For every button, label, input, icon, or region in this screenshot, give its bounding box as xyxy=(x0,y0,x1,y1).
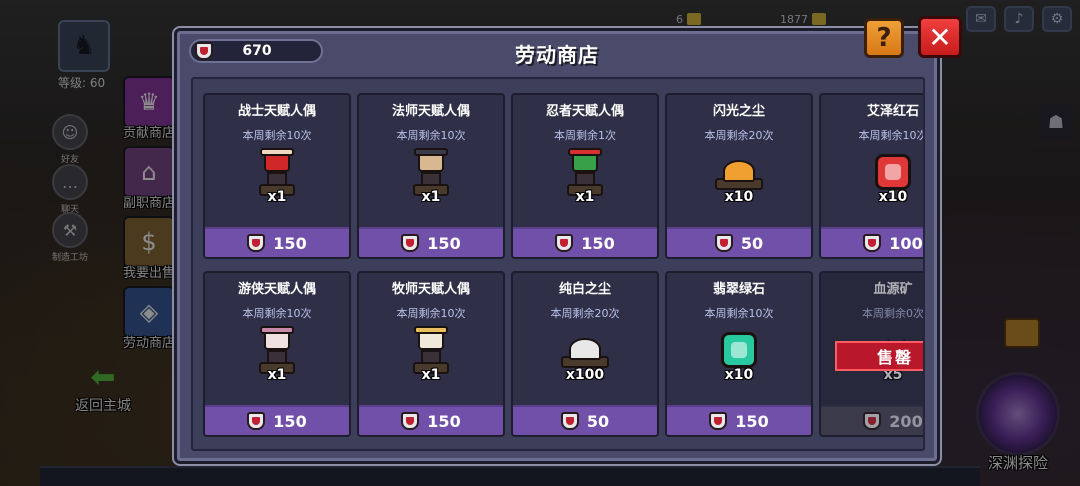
buy-price-button[interactable]: 150 xyxy=(359,405,503,435)
soldout-stamp: 售罄 xyxy=(835,341,923,371)
item-price: 150 xyxy=(735,411,769,431)
weekly-remaining: 本周剩余1次 xyxy=(554,129,616,142)
weekly-remaining: 本周剩余10次 xyxy=(704,307,774,320)
item-name: 闪光之尘 xyxy=(712,104,765,119)
item-quantity: x10 xyxy=(724,189,754,205)
item-quantity: x1 xyxy=(421,367,441,383)
buy-price-button[interactable]: 150 xyxy=(667,405,811,435)
labor-token-icon xyxy=(560,412,579,430)
shop-item-card[interactable]: 艾泽红石本周剩余10次 x10 100 xyxy=(819,93,925,259)
item-price: 150 xyxy=(273,411,307,431)
modal-title: 劳动商店 xyxy=(515,43,599,67)
labor-token-icon xyxy=(863,234,882,252)
item-name: 翡翠绿石 xyxy=(712,282,765,297)
weekly-remaining: 本周剩余10次 xyxy=(242,307,312,320)
dust-icon xyxy=(561,330,609,370)
labor-token-icon xyxy=(709,412,728,430)
buy-price-button[interactable]: 50 xyxy=(667,227,811,257)
buy-price-button[interactable]: 50 xyxy=(513,405,657,435)
buy-price-button[interactable]: 150 xyxy=(513,227,657,257)
weekly-remaining: 本周剩余10次 xyxy=(242,129,312,142)
question-icon: ? xyxy=(876,23,892,53)
item-name: 法师天赋人偶 xyxy=(391,104,470,119)
item-quantity: x1 xyxy=(575,189,595,205)
item-quantity: x10 xyxy=(724,367,754,383)
item-name: 战士天赋人偶 xyxy=(237,104,316,119)
item-quantity: x1 xyxy=(267,367,287,383)
labor-token-icon xyxy=(555,234,574,252)
labor-token-icon xyxy=(401,234,420,252)
item-price: 150 xyxy=(427,411,461,431)
item-name: 纯白之尘 xyxy=(558,282,611,297)
shop-item-card[interactable]: 闪光之尘本周剩余20次 x10 50 xyxy=(665,93,813,259)
weekly-remaining: 本周剩余20次 xyxy=(550,307,620,320)
close-button[interactable]: ✕ xyxy=(918,16,962,58)
labor-shop-modal: 670 劳动商店 战士天赋人偶 本周剩余10次 x1 150 法师天赋人偶 本周剩余10次… xyxy=(174,28,940,464)
gemstone-icon xyxy=(721,332,757,368)
shop-item-card[interactable]: 法师天赋人偶 本周剩余10次 x1 150 xyxy=(357,93,505,259)
buy-price-button[interactable]: 100 xyxy=(821,227,923,257)
item-price: 50 xyxy=(740,233,764,253)
shop-item-card[interactable]: 游侠天赋人偶 本周剩余10次 x1 150 xyxy=(203,271,351,437)
labor-token-icon xyxy=(247,234,266,252)
shop-item-card[interactable]: 战士天赋人偶 本周剩余10次 x1 150 xyxy=(203,93,351,259)
weekly-remaining: 本周剩余10次 xyxy=(396,129,466,142)
weekly-remaining: 本周剩余20次 xyxy=(704,129,774,142)
buy-price-button[interactable]: 150 xyxy=(205,405,349,435)
item-name: 牧师天赋人偶 xyxy=(391,282,470,297)
shop-item-card[interactable]: 忍者天赋人偶 本周剩余1次 x1 150 xyxy=(511,93,659,259)
item-price: 150 xyxy=(581,233,615,253)
weekly-remaining: 本周剩余10次 xyxy=(396,307,466,320)
item-name: 忍者天赋人偶 xyxy=(545,104,624,119)
item-price: 150 xyxy=(427,233,461,253)
item-quantity: x10 xyxy=(878,189,908,205)
buy-price-button[interactable]: 150 xyxy=(359,227,503,257)
shop-item-card: 血源矿 本周剩余0次 x5 200 售罄 xyxy=(819,271,923,437)
labor-token-icon xyxy=(401,412,420,430)
item-name: 艾泽红石 xyxy=(866,104,919,119)
shop-item-card[interactable]: 翡翠绿石本周剩余10次 x10 150 xyxy=(665,271,813,437)
shop-item-grid[interactable]: 战士天赋人偶 本周剩余10次 x1 150 法师天赋人偶 本周剩余10次 x1 150 忍者天赋… xyxy=(191,77,925,451)
item-quantity: x100 xyxy=(565,367,605,383)
labor-token-icon xyxy=(247,412,266,430)
labor-token-icon xyxy=(714,234,733,252)
help-button[interactable]: ? xyxy=(864,18,904,58)
shop-item-card[interactable]: 牧师天赋人偶 本周剩余10次 x1 150 xyxy=(357,271,505,437)
gemstone-icon xyxy=(875,154,911,190)
item-price: 50 xyxy=(586,411,610,431)
close-icon: ✕ xyxy=(928,20,952,54)
item-quantity: x1 xyxy=(421,189,441,205)
dust-icon xyxy=(715,152,763,192)
item-price: 150 xyxy=(273,233,307,253)
item-name: 游侠天赋人偶 xyxy=(237,282,316,297)
buy-price-button[interactable]: 150 xyxy=(205,227,349,257)
item-quantity: x1 xyxy=(267,189,287,205)
weekly-remaining: 本周剩余10次 xyxy=(858,129,925,142)
item-price: 100 xyxy=(889,233,923,253)
shop-item-card[interactable]: 纯白之尘本周剩余20次 x100 50 xyxy=(511,271,659,437)
